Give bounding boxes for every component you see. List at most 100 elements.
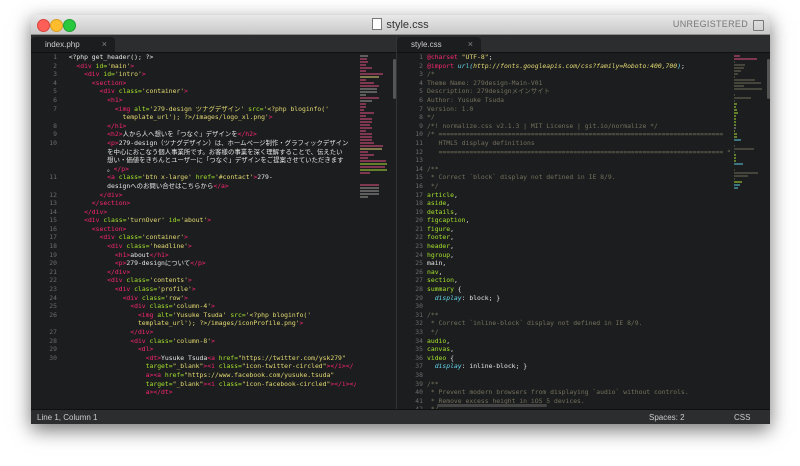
fullscreen-icon[interactable] xyxy=(753,20,764,31)
code-line[interactable]: <div class='container'> xyxy=(61,87,356,96)
indentation-setting[interactable]: Spaces: 2 xyxy=(649,410,685,424)
code-line[interactable]: <p>279-design（ツナグデザイン）は、ホームページ制作・グラフィックデ… xyxy=(61,139,356,148)
code-line[interactable]: <div class='column-8'> xyxy=(61,337,356,346)
code-line[interactable]: <a class='btn x-large' href='#contact'>2… xyxy=(61,173,356,182)
code-line[interactable]: main, xyxy=(427,259,730,268)
code-line[interactable]: footer, xyxy=(427,233,730,242)
close-icon[interactable]: × xyxy=(102,37,107,52)
minimap[interactable] xyxy=(360,55,390,403)
code-line[interactable]: display: inline-block; } xyxy=(427,362,730,371)
code-line[interactable]: <section> xyxy=(61,225,356,234)
code-line[interactable]: details, xyxy=(427,208,730,217)
code-line[interactable]: template_url'); ?>/images/logo_xl.png'> xyxy=(61,113,356,122)
code-line[interactable]: <h2>人から人へ想いを「つなぐ」デザインを</h2> xyxy=(61,130,356,139)
code-line[interactable]: figure, xyxy=(427,225,730,234)
code-line[interactable]: HTML5 display definitions xyxy=(427,139,730,148)
code-line[interactable]: @charset "UTF-8"; xyxy=(427,53,730,62)
code-line[interactable]: <div id='intro'> xyxy=(61,70,356,79)
code-line[interactable]: * Correct `inline-block` display not def… xyxy=(427,319,730,328)
code-line[interactable]: </div> xyxy=(61,328,356,337)
code-line[interactable]: figcaption, xyxy=(427,216,730,225)
right-code-area[interactable]: 1 2 3 4 5 6 7 8 9 10 11 12 13 14 15 16 17 18 19 20 21 22 23 24 2… xyxy=(397,53,770,409)
code-line[interactable]: <div class='turnOver' id='about'> xyxy=(61,216,356,225)
code-line[interactable]: audio, xyxy=(427,337,730,346)
code-lines[interactable]: <?php get_header(); ?> <div id='main'> <… xyxy=(61,53,356,409)
code-line[interactable]: Theme Name: 279design-Main-V01 xyxy=(427,79,730,88)
code-line[interactable]: <?php get_header(); ?> xyxy=(61,53,356,62)
vertical-scrollbar[interactable] xyxy=(393,59,396,99)
code-line[interactable]: video { xyxy=(427,354,730,363)
code-line[interactable]: /*! normalize.css v2.1.3 | MIT License |… xyxy=(427,122,730,131)
code-line[interactable]: </section> xyxy=(61,199,356,208)
code-line[interactable]: header, xyxy=(427,242,730,251)
right-editor-pane[interactable]: style.css × 1 2 3 4 5 6 7 8 9 10 11 12 13 14 15 16 17 18 1… xyxy=(397,35,770,409)
code-line[interactable] xyxy=(427,371,730,380)
code-line[interactable]: <div class='contents'> xyxy=(61,276,356,285)
code-line[interactable]: template_url'); ?>/images/iconProfile.pn… xyxy=(61,319,356,328)
code-line[interactable] xyxy=(427,156,730,165)
code-line[interactable]: <h1> xyxy=(61,96,356,105)
code-line[interactable] xyxy=(427,302,730,311)
code-line[interactable]: <dt>Yusuke Tsuda<a href="https://twitter… xyxy=(61,354,356,363)
code-line[interactable]: </div> xyxy=(61,208,356,217)
code-line[interactable]: <img alt='Yusuke Tsuda' src='<?php blogi… xyxy=(61,311,356,320)
code-line[interactable]: を中心におこなう個人事業所です。お客様の事業を深く理解することで、伝えたい xyxy=(61,148,356,157)
code-line[interactable]: designへのお問い合せはこちらから</a> xyxy=(61,182,356,191)
code-line[interactable]: target="_blank"><i class="icon-facebook-… xyxy=(61,380,356,389)
code-line[interactable]: <div class='container'> xyxy=(61,233,356,242)
code-line[interactable]: <h1>about</h1> xyxy=(61,251,356,260)
code-line[interactable]: summary { xyxy=(427,285,730,294)
code-line[interactable]: aside, xyxy=(427,199,730,208)
code-line[interactable]: /** xyxy=(427,380,730,389)
code-line[interactable]: </div> xyxy=(61,191,356,200)
vertical-scrollbar[interactable] xyxy=(767,59,770,99)
code-line[interactable]: section, xyxy=(427,276,730,285)
code-line[interactable]: <div class='row'> xyxy=(61,294,356,303)
tab-index-php[interactable]: index.php × xyxy=(31,37,115,52)
close-icon[interactable]: × xyxy=(468,37,473,52)
syntax-selector[interactable]: CSS xyxy=(734,410,750,424)
code-line[interactable]: */ xyxy=(427,328,730,337)
code-line[interactable]: Author: Yusuke Tsuda xyxy=(427,96,730,105)
code-line[interactable]: a></dt> xyxy=(61,388,356,397)
code-line[interactable]: </div> xyxy=(61,268,356,277)
code-line[interactable]: hgroup, xyxy=(427,251,730,260)
code-line[interactable]: article, xyxy=(427,191,730,200)
tab-style-css[interactable]: style.css × xyxy=(397,37,481,52)
code-line[interactable]: * Correct `block` display not defined in… xyxy=(427,173,730,182)
minimap[interactable] xyxy=(734,55,764,403)
code-token: class= xyxy=(103,216,127,225)
code-line[interactable]: <img alt='279-design ツナグデザイン' src='<?php… xyxy=(61,105,356,114)
code-line[interactable]: <p>279-designについて</p> xyxy=(61,259,356,268)
code-line[interactable]: <div class='column-4'> xyxy=(61,302,356,311)
code-line[interactable] xyxy=(61,397,356,406)
code-line[interactable]: display: block; } xyxy=(427,294,730,303)
code-line[interactable]: */ xyxy=(427,182,730,191)
code-line[interactable]: /** xyxy=(427,165,730,174)
code-line[interactable]: ========================================… xyxy=(427,148,730,157)
code-line[interactable]: <section> xyxy=(61,79,356,88)
code-line[interactable]: /* =====================================… xyxy=(427,130,730,139)
code-line[interactable]: <dl> xyxy=(61,345,356,354)
code-line[interactable]: nav, xyxy=(427,268,730,277)
code-line[interactable]: 想い・価値をきちんとユーザーに「つなぐ」デザインをご提案させていただきます xyxy=(61,156,356,165)
code-line[interactable]: * Prevent modern browsers from displayin… xyxy=(427,388,730,397)
code-line[interactable]: Version: 1.0 xyxy=(427,105,730,114)
code-line[interactable]: /* xyxy=(427,70,730,79)
code-line[interactable]: <div class='profile'> xyxy=(61,285,356,294)
left-editor-pane[interactable]: index.php × 1 2 3 4 5 6 7 8 9 10 11 12 13 14 15 16 17 18 1… xyxy=(31,35,397,409)
left-code-area[interactable]: 1 2 3 4 5 6 7 8 9 10 11 12 13 14 15 16 17 18 19 20 21 22 23 24 2… xyxy=(31,53,396,409)
code-line[interactable]: /** xyxy=(427,311,730,320)
code-line[interactable]: Description: 279designメインサイト xyxy=(427,87,730,96)
horizontal-scrollbar[interactable] xyxy=(437,404,547,407)
code-line[interactable]: canvas, xyxy=(427,345,730,354)
code-line[interactable]: <div class='headline'> xyxy=(61,242,356,251)
code-line[interactable]: </h1> xyxy=(61,122,356,131)
code-line[interactable]: target="_blank"><i class="icon-twitter-c… xyxy=(61,362,356,371)
code-line[interactable]: <div id='main'> xyxy=(61,62,356,71)
code-line[interactable]: @import url(http://fonts.googleapis.com/… xyxy=(427,62,730,71)
code-line[interactable]: 。</p> xyxy=(61,165,356,174)
code-lines[interactable]: @charset "UTF-8"; @import url(http://font… xyxy=(427,53,730,409)
code-line[interactable]: */ xyxy=(427,113,730,122)
code-line[interactable]: a><a href="https://www.facebook.com/yusu… xyxy=(61,371,356,380)
